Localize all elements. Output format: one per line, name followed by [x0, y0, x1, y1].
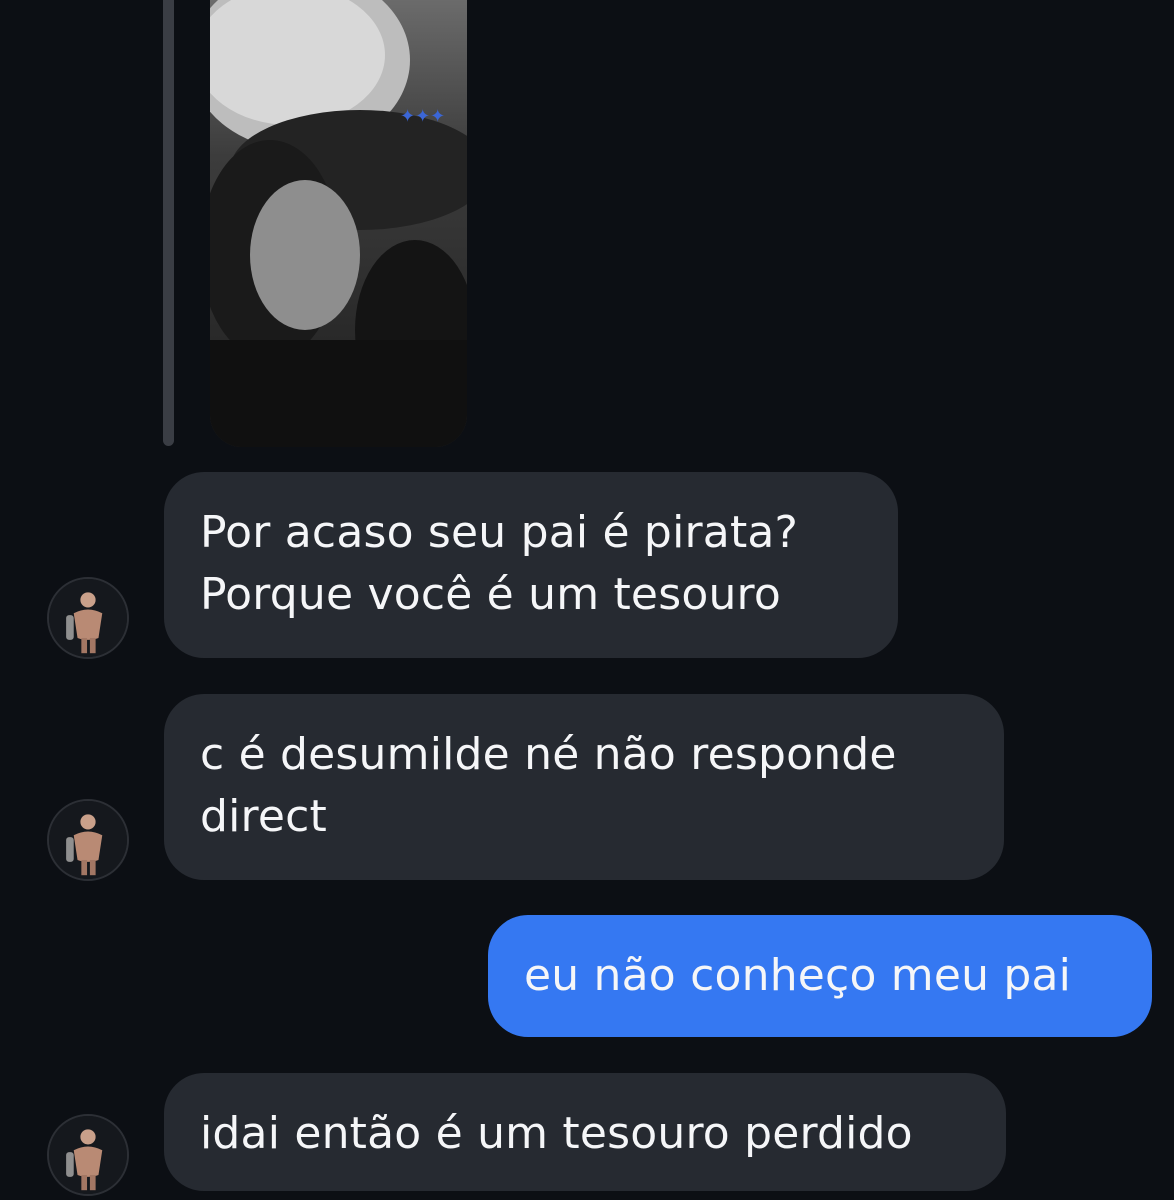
- svg-text:✦✦✦: ✦✦✦: [400, 106, 445, 127]
- message-bubble-incoming[interactable]: Por acaso seu pai é pirata? Porque você …: [164, 472, 898, 658]
- message-text: direct: [200, 791, 327, 842]
- person-icon: [49, 579, 127, 657]
- story-reply-image[interactable]: ✦✦✦: [210, 0, 467, 447]
- message-text: Por acaso seu pai é pirata?: [200, 507, 799, 558]
- message-text: idai então é um tesouro perdido: [200, 1108, 913, 1159]
- person-icon: [49, 801, 127, 879]
- message-bubble-incoming[interactable]: c é desumilde né não responde direct: [164, 694, 1004, 880]
- story-reply-bar: [163, 0, 174, 446]
- message-bubble-outgoing[interactable]: eu não conheço meu pai: [488, 915, 1152, 1037]
- message-text: eu não conheço meu pai: [524, 950, 1072, 1001]
- message-text: c é desumilde né não responde: [200, 729, 897, 780]
- story-photo-icon: ✦✦✦: [210, 0, 467, 447]
- chat-screen: ✦✦✦ Por acaso seu pai é pirata? Porque v…: [0, 0, 1174, 1200]
- message-text: Porque você é um tesouro: [200, 569, 781, 620]
- sender-avatar[interactable]: [47, 1114, 129, 1196]
- person-icon: [49, 1116, 127, 1194]
- message-bubble-incoming[interactable]: idai então é um tesouro perdido: [164, 1073, 1006, 1191]
- sender-avatar[interactable]: [47, 577, 129, 659]
- sender-avatar[interactable]: [47, 799, 129, 881]
